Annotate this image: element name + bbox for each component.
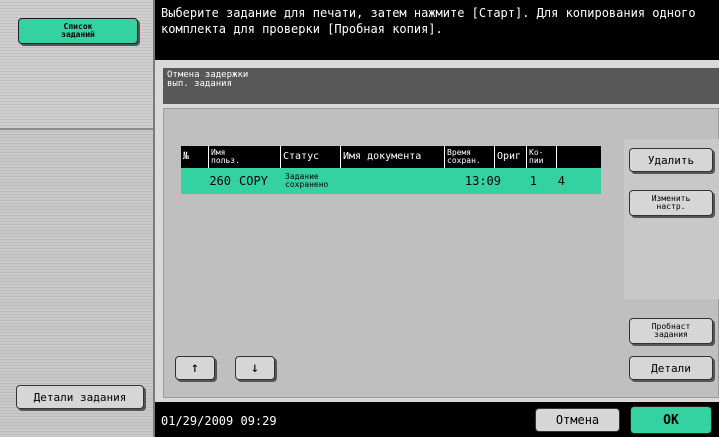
- col-status: Статус: [281, 146, 341, 168]
- table-row[interactable]: 260 COPY Задание сохранено 13:09 1 4: [181, 168, 601, 194]
- arrow-down-icon: ↓: [250, 360, 260, 376]
- status-bar: 01/29/2009 09:29 Отмена OK: [155, 402, 719, 437]
- ok-button[interactable]: OK: [630, 406, 712, 434]
- cell-user: COPY: [239, 174, 268, 188]
- job-details-button[interactable]: Детали задания: [16, 385, 144, 409]
- cell-orig: 1: [529, 174, 537, 188]
- main-area: Отмена задержки вып. задания № Имя польз…: [155, 60, 719, 402]
- cell-time: 13:09: [464, 174, 501, 188]
- col-time: Время сохран.: [445, 146, 495, 168]
- left-divider: [0, 128, 153, 130]
- details-button[interactable]: Детали: [629, 356, 713, 380]
- delete-button[interactable]: Удалить: [629, 148, 713, 172]
- col-orig: Ориг: [495, 146, 527, 168]
- change-settings-button[interactable]: Изменить настр.: [629, 190, 713, 216]
- col-copies: Ко- пии: [527, 146, 557, 168]
- col-no: №: [181, 146, 209, 168]
- instruction-message: Выберите задание для печати, затем нажми…: [155, 0, 719, 60]
- screen-subtitle: Отмена задержки вып. задания: [163, 68, 719, 104]
- cell-copies: 4: [557, 174, 565, 188]
- cell-document: [359, 168, 453, 194]
- datetime-display: 01/29/2009 09:29: [161, 414, 277, 428]
- scroll-down-button[interactable]: ↓: [235, 356, 275, 380]
- col-user: Имя польз.: [209, 146, 281, 168]
- cancel-button[interactable]: Отмена: [535, 408, 620, 432]
- left-panel: Список заданий Детали задания: [0, 0, 153, 437]
- arrow-up-icon: ↑: [190, 360, 200, 376]
- scroll-up-button[interactable]: ↑: [175, 356, 215, 380]
- table-header: № Имя польз. Статус Имя документа Время …: [181, 146, 601, 168]
- proof-print-button[interactable]: Пробнаст задания: [629, 318, 713, 344]
- col-document: Имя документа: [341, 146, 445, 168]
- cell-status: Задание сохранено: [285, 172, 329, 189]
- job-list-button[interactable]: Список заданий: [18, 18, 138, 44]
- cell-no: 260: [209, 174, 231, 188]
